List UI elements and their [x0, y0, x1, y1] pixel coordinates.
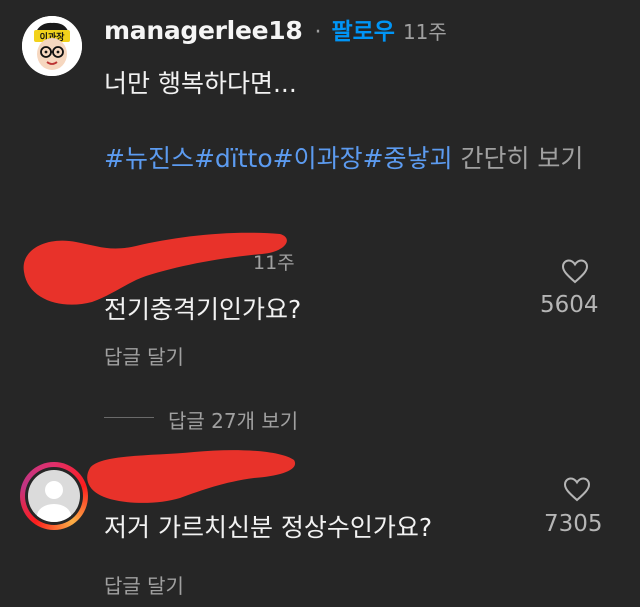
follow-button[interactable]: 팔로우 [331, 12, 394, 46]
heart-icon[interactable] [563, 476, 591, 502]
post-caption: 너만 행복하다면... [104, 69, 297, 98]
redaction-scribble [87, 450, 296, 503]
reply-button[interactable]: 답글 달기 [104, 570, 184, 599]
post-username[interactable]: managerlee18 [104, 16, 303, 45]
like-count: 5604 [540, 292, 599, 318]
post-header: managerlee18 · 팔로우 11주 [104, 12, 447, 46]
separator-dot: · [314, 20, 322, 45]
show-less-link[interactable]: 간단히 보기 [460, 144, 583, 173]
comment-text: 저거 가르치신분 정상수인가요? [104, 513, 433, 542]
post-author-avatar[interactable]: 이과장 [22, 16, 82, 76]
default-avatar-icon [37, 481, 71, 522]
commenter-avatar[interactable] [28, 470, 80, 522]
view-replies-button[interactable]: 답글 27개 보기 [168, 405, 298, 434]
thread-divider [104, 417, 154, 418]
like-count: 7305 [544, 511, 603, 537]
post-timestamp: 11주 [402, 20, 447, 44]
heart-icon[interactable] [561, 258, 589, 284]
hashtag-link[interactable]: #dïtto [194, 144, 273, 173]
cartoon-face-avatar-icon: 이과장 [22, 16, 82, 76]
comment-text: 전기충격기인가요? [104, 295, 302, 324]
hashtag-link[interactable]: #이과장 [273, 144, 363, 173]
reply-button[interactable]: 답글 달기 [104, 341, 184, 370]
hashtag-link[interactable]: #중낳괴 [363, 144, 453, 173]
hashtag-list: #뉴진스#dïtto#이과장#중낳괴 간단히 보기 [104, 140, 604, 178]
hashtag-link[interactable]: #뉴진스 [104, 144, 194, 173]
